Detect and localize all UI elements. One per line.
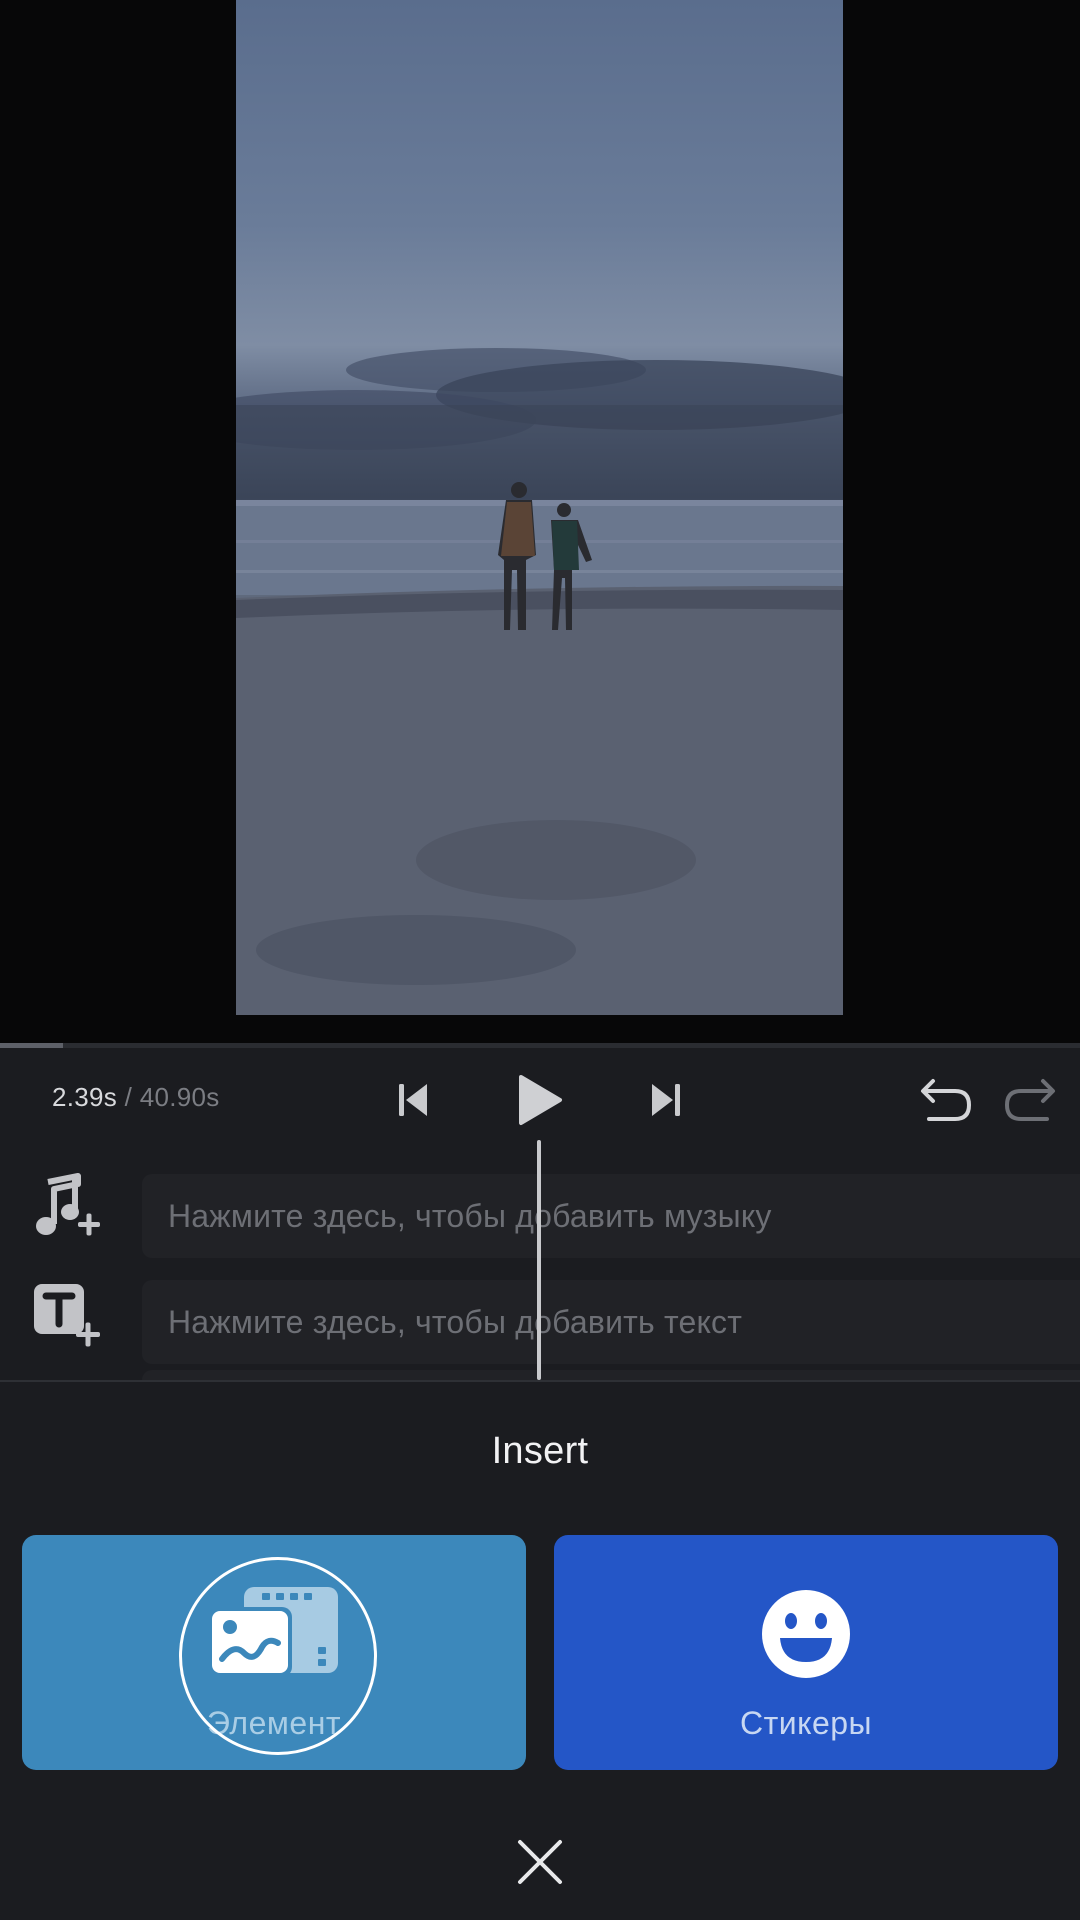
video-frame[interactable] bbox=[236, 0, 843, 1015]
add-text-icon bbox=[34, 1284, 100, 1347]
stickers-label: Стикеры bbox=[739, 1705, 873, 1741]
stickers-button[interactable]: Стикеры bbox=[554, 1535, 1058, 1770]
play-icon bbox=[519, 1075, 562, 1125]
redo-button[interactable] bbox=[1002, 1076, 1058, 1124]
redo-icon bbox=[1004, 1079, 1055, 1121]
video-preview[interactable] bbox=[0, 0, 1080, 1043]
add-music-icon bbox=[36, 1173, 100, 1236]
next-button[interactable] bbox=[646, 1078, 686, 1122]
time-separator: / bbox=[117, 1082, 140, 1112]
play-button[interactable] bbox=[514, 1072, 566, 1128]
undo-button[interactable] bbox=[918, 1076, 974, 1124]
insert-sheet-title: Insert bbox=[491, 1430, 589, 1472]
close-button[interactable] bbox=[514, 1836, 566, 1888]
element-button[interactable]: Элемент bbox=[22, 1535, 526, 1770]
close-icon bbox=[518, 1840, 562, 1884]
previous-button[interactable] bbox=[393, 1078, 433, 1122]
playback-controls: 2.39s / 40.90s bbox=[0, 1048, 1080, 1152]
skip-next-icon bbox=[652, 1084, 680, 1116]
add-music-button[interactable] bbox=[28, 1170, 104, 1246]
timeline-playhead[interactable] bbox=[537, 1140, 541, 1380]
add-text-button[interactable] bbox=[28, 1276, 104, 1352]
music-track-placeholder[interactable]: Нажмите здесь, чтобы добавить музыку bbox=[142, 1174, 1080, 1258]
total-duration: 40.90s bbox=[139, 1082, 220, 1112]
time-display: 2.39s / 40.90s bbox=[52, 1082, 220, 1113]
tap-highlight-ring bbox=[179, 1557, 377, 1755]
beach-scene-image bbox=[236, 348, 843, 1015]
skip-previous-icon bbox=[399, 1084, 427, 1116]
smiley-icon bbox=[762, 1590, 850, 1678]
text-track-placeholder[interactable]: Нажмите здесь, чтобы добавить текст bbox=[142, 1280, 1080, 1364]
undo-icon bbox=[921, 1079, 972, 1121]
current-time: 2.39s bbox=[52, 1082, 118, 1112]
